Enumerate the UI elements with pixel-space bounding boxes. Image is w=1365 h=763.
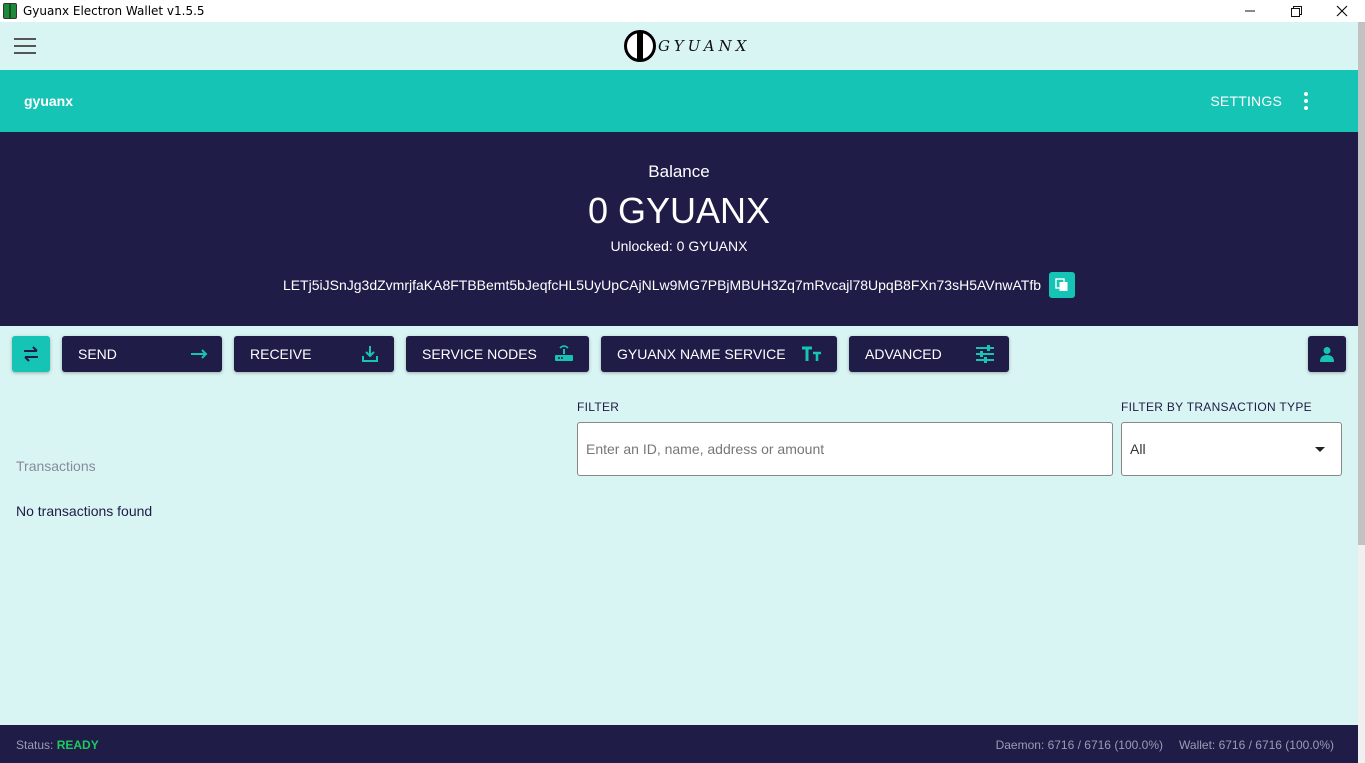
logo: GYUANX bbox=[624, 30, 750, 62]
receive-label: RECEIVE bbox=[250, 346, 312, 362]
download-icon bbox=[360, 344, 380, 364]
transaction-type-select[interactable]: All bbox=[1121, 422, 1342, 476]
transactions-toggle-button[interactable] bbox=[12, 336, 50, 372]
advanced-button[interactable]: ADVANCED bbox=[849, 336, 1009, 372]
advanced-label: ADVANCED bbox=[865, 346, 942, 362]
receive-button[interactable]: RECEIVE bbox=[234, 336, 394, 372]
text-fields-icon bbox=[801, 346, 823, 362]
settings-button[interactable]: SETTINGS bbox=[1210, 93, 1282, 109]
profile-button[interactable] bbox=[1308, 336, 1346, 372]
logo-text: GYUANX bbox=[658, 37, 751, 55]
balance-value: 0 GYUANX bbox=[587, 190, 771, 231]
address-row: LETj5iJSnJg3dZvmrjfaKA8FTBBemt5bJeqfcHL5… bbox=[0, 272, 1358, 298]
wallet-address: LETj5iJSnJg3dZvmrjfaKA8FTBBemt5bJeqfcHL5… bbox=[282, 277, 1042, 293]
window-titlebar: Gyuanx Electron Wallet v1.5.5 bbox=[0, 0, 1365, 22]
copy-icon bbox=[1055, 278, 1068, 291]
service-nodes-label: SERVICE NODES bbox=[422, 346, 537, 362]
tune-icon bbox=[975, 345, 995, 363]
name-service-label: GYUANX NAME SERVICE bbox=[617, 346, 786, 362]
status-label: Status: bbox=[16, 738, 54, 752]
transactions-heading: Transactions bbox=[16, 458, 96, 474]
logo-mark-icon bbox=[624, 30, 656, 62]
person-icon bbox=[1320, 347, 1334, 362]
window-controls bbox=[1227, 0, 1365, 22]
send-button[interactable]: SEND bbox=[62, 336, 222, 372]
sync-status: Daemon: 6716 / 6716 (100.0%) Wallet: 671… bbox=[996, 738, 1334, 752]
restore-icon[interactable] bbox=[1273, 0, 1319, 22]
status-value: READY bbox=[56, 738, 99, 752]
filter-label: FILTER bbox=[577, 400, 620, 414]
daemon-sync: Daemon: 6716 / 6716 (100.0%) bbox=[995, 738, 1164, 752]
scrollbar-thumb[interactable] bbox=[1358, 22, 1365, 545]
action-toolbar: SEND RECEIVE SERVICE NODES GYUANX NAME S… bbox=[0, 336, 1358, 372]
minimize-icon[interactable] bbox=[1227, 0, 1273, 22]
wallet-sync: Wallet: 6716 / 6716 (100.0%) bbox=[1179, 738, 1334, 752]
balance-panel: Balance 0 GYUANX Unlocked: 0 GYUANX LETj… bbox=[0, 132, 1358, 326]
menu-icon[interactable] bbox=[14, 38, 36, 54]
wallet-bar: gyuanx SETTINGS bbox=[0, 70, 1358, 132]
transaction-type-value: All bbox=[1130, 441, 1146, 457]
scrollbar[interactable] bbox=[1358, 22, 1365, 763]
app-icon bbox=[3, 3, 17, 19]
more-options-icon[interactable] bbox=[1302, 92, 1310, 110]
status-bar: Status: READY Daemon: 6716 / 6716 (100.0… bbox=[0, 725, 1358, 763]
balance-label: Balance bbox=[648, 162, 710, 181]
close-icon[interactable] bbox=[1319, 0, 1365, 22]
status-indicator: Status: READY bbox=[16, 738, 99, 752]
swap-icon bbox=[24, 346, 38, 362]
app-header: GYUANX bbox=[0, 22, 1358, 70]
service-nodes-button[interactable]: SERVICE NODES bbox=[406, 336, 589, 372]
copy-address-button[interactable] bbox=[1049, 272, 1076, 298]
wallet-name: gyuanx bbox=[24, 93, 74, 109]
caret-down-icon bbox=[1315, 446, 1325, 452]
filter-type-label: FILTER BY TRANSACTION TYPE bbox=[1121, 400, 1312, 414]
transactions-empty-text: No transactions found bbox=[16, 503, 153, 519]
filter-input[interactable] bbox=[577, 422, 1113, 476]
router-icon bbox=[553, 344, 575, 364]
window-title: Gyuanx Electron Wallet v1.5.5 bbox=[23, 4, 205, 18]
send-label: SEND bbox=[78, 346, 117, 362]
name-service-button[interactable]: GYUANX NAME SERVICE bbox=[601, 336, 837, 372]
unlocked-balance: Unlocked: 0 GYUANX bbox=[610, 238, 748, 254]
arrow-right-icon bbox=[190, 349, 208, 359]
